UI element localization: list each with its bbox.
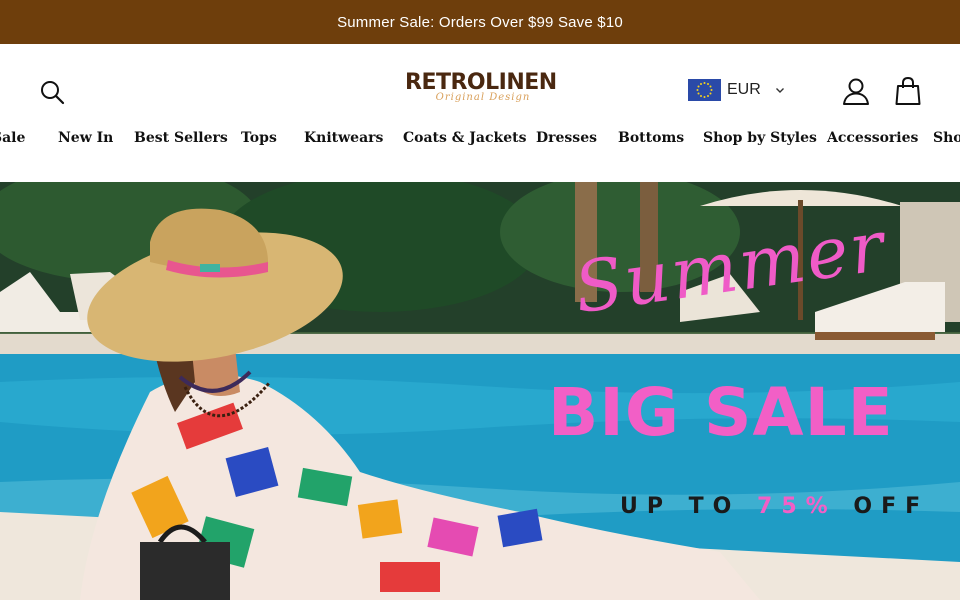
nav-item-shop-by-styles[interactable]: Shop by Styles [703,130,817,146]
announcement-text: Summer Sale: Orders Over $99 Save $10 [337,13,623,31]
nav-item-knitwears[interactable]: Knitwears [304,130,383,146]
search-icon [41,81,65,105]
nav-item-sale[interactable]: Sale [0,130,25,146]
cart-button[interactable] [894,76,922,106]
currency-selector[interactable]: EUR [688,79,785,101]
account-button[interactable] [841,76,871,106]
nav-item-accessories[interactable]: Accessories [827,130,918,146]
hero-offer-percent: 75% [757,494,837,519]
nav-item-shop[interactable]: Shop [933,130,960,146]
site-logo[interactable]: RETROLINEN Original Design [405,70,557,116]
nav-item-dresses[interactable]: Dresses [536,130,597,146]
eu-flag-icon [688,79,721,101]
nav-item-best-sellers[interactable]: Best Sellers [134,130,228,146]
logo-tagline: Original Design [435,92,531,103]
hero-banner[interactable]: Summer BIG SALE UP TO 75% OFF [0,182,960,600]
currency-label: EUR [727,81,761,98]
nav-item-bottoms[interactable]: Bottoms [618,130,684,146]
search-button[interactable] [38,78,66,106]
nav-item-coats-jackets[interactable]: Coats & Jackets [403,130,526,146]
nav-item-tops[interactable]: Tops [241,130,277,146]
shopping-bag-icon [895,76,921,105]
announcement-bar: Summer Sale: Orders Over $99 Save $10 [0,0,960,44]
main-nav: Sale New In Best Sellers Tops Knitwears … [0,124,960,154]
hero-offer: UP TO 75% OFF [620,494,929,519]
hero-offer-suffix: OFF [853,494,930,519]
chevron-down-icon [775,88,784,93]
user-icon [843,78,869,105]
hero-headline: BIG SALE [548,374,894,451]
nav-item-new-in[interactable]: New In [58,130,113,146]
hero-offer-prefix: UP TO [620,494,741,519]
